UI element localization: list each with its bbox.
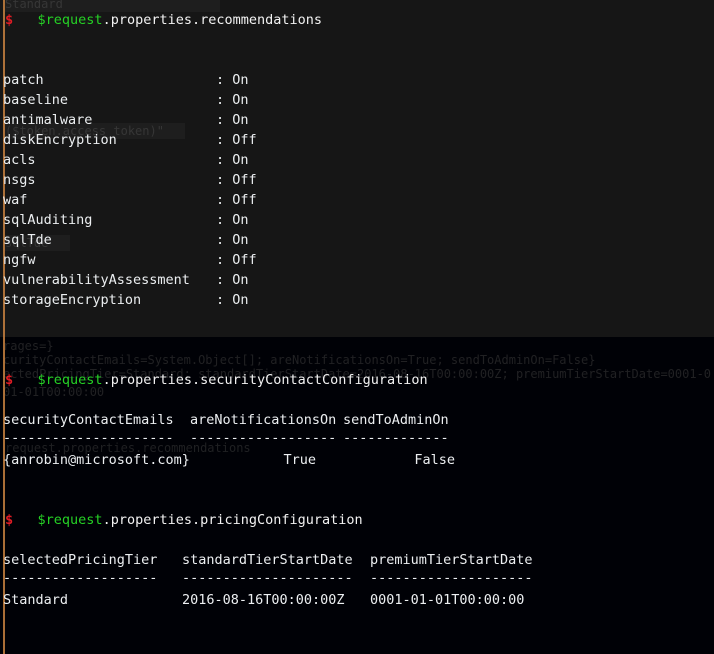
kv-row-storageencryption: storageEncryption: On xyxy=(3,290,249,310)
kv-value: On xyxy=(232,72,249,88)
kv-value: On xyxy=(232,152,249,168)
kv-separator: : xyxy=(216,272,225,288)
command-line-securitycontactconfiguration[interactable]: $ $request.properties.securityContactCon… xyxy=(5,370,428,390)
kv-row-sqltde: sqlTde: On xyxy=(3,230,249,250)
table-header-row-security: securityContactEmails areNotificationsOn s… xyxy=(3,410,449,430)
kv-key: patch xyxy=(3,72,44,88)
kv-value: On xyxy=(232,292,249,308)
kv-key: sqlTde xyxy=(3,232,52,248)
kv-key: antimalware xyxy=(3,112,93,128)
table-rule-cell: --------------------- xyxy=(3,430,174,446)
kv-key: sqlAuditing xyxy=(3,212,93,228)
table-header-cell: securityContactEmails xyxy=(3,412,174,428)
terminal-window[interactable]: Standard ($token.access_token)" sqlTde r… xyxy=(0,0,714,654)
kv-separator: : xyxy=(216,252,225,268)
command-property-path: .properties.recommendations xyxy=(102,12,323,28)
kv-value: On xyxy=(232,112,249,128)
kv-row-patch: patch: On xyxy=(3,70,249,90)
table-rule-cell: -------------------- xyxy=(370,570,533,586)
table-cell-arenotificationson: True xyxy=(283,452,316,468)
kv-value: Off xyxy=(232,132,257,148)
table-header-cell: areNotificationsOn xyxy=(190,412,337,428)
command-variable: $request xyxy=(37,372,103,388)
command-line-pricingconfiguration[interactable]: $ $request.properties.pricingConfigurati… xyxy=(5,510,363,530)
table-cell-premiumtierstartdate: 0001-01-01T00:00:00 xyxy=(370,592,525,608)
kv-separator: : xyxy=(216,132,225,148)
kv-separator: : xyxy=(216,192,225,208)
table-rule-row-pricing: ------------------- ---------------------… xyxy=(3,568,533,588)
prompt-symbol: $ xyxy=(5,12,14,28)
prompt-symbol: $ xyxy=(5,372,14,388)
table-header-row-pricing: selectedPricingTier standardTierStartDate… xyxy=(3,550,533,570)
table-cell-standardtierstartdate: 2016-08-16T00:00:00Z xyxy=(182,592,345,608)
table-row: Standard 2016-08-16T00:00:00Z 0001-01-01T0… xyxy=(3,590,524,610)
command-property-path: .properties.securityContactConfiguration xyxy=(102,372,428,388)
command-variable: $request xyxy=(37,512,103,528)
table-header-cell: selectedPricingTier xyxy=(3,552,158,568)
kv-value: On xyxy=(232,212,249,228)
kv-value: Off xyxy=(232,192,257,208)
kv-separator: : xyxy=(216,232,225,248)
table-cell-selectedpricingtier: Standard xyxy=(3,592,69,608)
kv-row-nsgs: nsgs: Off xyxy=(3,170,257,190)
kv-value: Off xyxy=(232,172,257,188)
kv-separator: : xyxy=(216,152,225,168)
kv-row-diskencryption: diskEncryption: Off xyxy=(3,130,257,150)
table-header-cell: premiumTierStartDate xyxy=(370,552,533,568)
kv-separator: : xyxy=(216,112,225,128)
table-cell-emails: {anrobin@microsoft.com} xyxy=(3,452,190,468)
kv-row-antimalware: antimalware: On xyxy=(3,110,249,130)
kv-separator: : xyxy=(216,72,225,88)
kv-separator: : xyxy=(216,92,225,108)
kv-separator: : xyxy=(216,212,225,228)
table-row: {anrobin@microsoft.com} True False xyxy=(3,450,455,470)
table-header-cell: sendToAdminOn xyxy=(343,412,449,428)
table-rule-cell: --------------------- xyxy=(182,570,353,586)
kv-value: On xyxy=(232,92,249,108)
kv-value: On xyxy=(232,272,249,288)
table-cell-sendtoadminon: False xyxy=(414,452,455,468)
table-rule-cell: ------------------ xyxy=(190,430,337,446)
kv-row-sqlauditing: sqlAuditing: On xyxy=(3,210,249,230)
command-variable: $request xyxy=(37,12,103,28)
kv-key: diskEncryption xyxy=(3,132,117,148)
kv-key: acls xyxy=(3,152,36,168)
kv-value: Off xyxy=(232,252,257,268)
prompt-symbol: $ xyxy=(5,512,14,528)
kv-key: baseline xyxy=(3,92,69,108)
kv-key: waf xyxy=(3,192,28,208)
kv-key: nsgs xyxy=(3,172,36,188)
kv-separator: : xyxy=(216,172,225,188)
kv-key: vulnerabilityAssessment xyxy=(3,272,190,288)
kv-row-waf: waf: Off xyxy=(3,190,257,210)
kv-key: storageEncryption xyxy=(3,292,142,308)
kv-row-ngfw: ngfw: Off xyxy=(3,250,257,270)
kv-row-baseline: baseline: On xyxy=(3,90,249,110)
kv-separator: : xyxy=(216,292,225,308)
terminal-content-layer: $ $request.properties.recommendations pa… xyxy=(0,0,714,654)
table-header-cell: standardTierStartDate xyxy=(182,552,353,568)
kv-row-vulnerabilityassessment: vulnerabilityAssessment: On xyxy=(3,270,249,290)
table-rule-cell: ------------------- xyxy=(3,570,158,586)
kv-key: ngfw xyxy=(3,252,36,268)
command-property-path: .properties.pricingConfiguration xyxy=(102,512,363,528)
table-rule-cell: ------------- xyxy=(343,430,449,446)
command-line-recommendations[interactable]: $ $request.properties.recommendations xyxy=(5,10,322,30)
kv-row-acls: acls: On xyxy=(3,150,249,170)
kv-value: On xyxy=(232,232,249,248)
table-rule-row-security: --------------------- ------------------ -… xyxy=(3,428,449,448)
